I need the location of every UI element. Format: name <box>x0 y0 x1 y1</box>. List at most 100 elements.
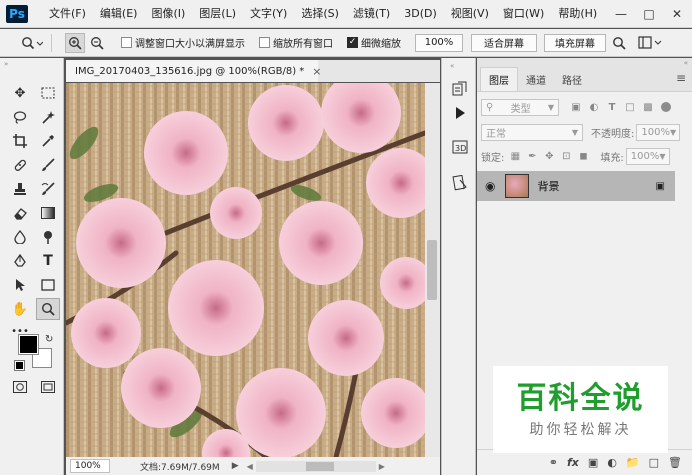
brush-tool[interactable] <box>36 154 60 176</box>
filter-adjustment-icon[interactable]: ◐ <box>587 100 601 114</box>
gradient-tool[interactable] <box>36 202 60 224</box>
menu-image[interactable]: 图像(I) <box>144 0 192 28</box>
lock-pixels-icon[interactable]: ✒ <box>525 149 539 163</box>
menu-window[interactable]: 窗口(W) <box>496 0 551 28</box>
marquee-tool[interactable] <box>36 82 60 104</box>
stamp-tool[interactable] <box>8 178 32 200</box>
history-panel-icon[interactable] <box>451 80 469 98</box>
pen-tool[interactable] <box>8 250 32 272</box>
menu-edit[interactable]: 编辑(E) <box>93 0 145 28</box>
actions-panel-icon[interactable] <box>451 104 469 122</box>
eyedropper-tool[interactable] <box>36 130 60 152</box>
eraser-tool[interactable] <box>8 202 32 224</box>
maximize-icon[interactable]: □ <box>636 0 662 28</box>
menu-help[interactable]: 帮助(H) <box>551 0 604 28</box>
zoom-all-checkbox[interactable] <box>259 37 270 48</box>
hand-tool[interactable]: ✋ <box>8 298 32 320</box>
tool-preset-picker[interactable] <box>18 33 46 53</box>
menu-type[interactable]: 文字(Y) <box>243 0 294 28</box>
path-select-tool[interactable] <box>8 274 32 296</box>
status-menu-arrow-icon[interactable]: ▶ <box>232 461 239 471</box>
menu-filter[interactable]: 滤镜(T) <box>346 0 397 28</box>
lock-all-icon[interactable]: ◼ <box>576 149 590 163</box>
image-canvas[interactable] <box>66 83 425 457</box>
tab-layers[interactable]: 图层 <box>480 67 518 91</box>
foreground-color-swatch[interactable] <box>18 334 39 355</box>
lock-artboard-icon[interactable]: ⊡ <box>559 149 573 163</box>
adjustment-icon[interactable]: ◐ <box>607 456 617 469</box>
search-button[interactable] <box>609 33 629 53</box>
trash-icon[interactable]: 🗑 <box>668 456 682 469</box>
close-icon[interactable]: ✕ <box>664 0 690 28</box>
document-tab[interactable]: IMG_20170403_135616.jpg @ 100%(RGB/8) * … <box>66 60 322 82</box>
filter-shape-icon[interactable]: □ <box>623 100 637 114</box>
panel-collapse-icon[interactable]: « <box>684 59 688 67</box>
filter-smart-object-icon[interactable]: ▩ <box>641 100 655 114</box>
zoom-level-field[interactable]: 100% <box>70 459 110 473</box>
move-tool[interactable]: ✥ <box>8 82 32 104</box>
layer-filter-kind-select[interactable]: ⚲ 类型 ▼ <box>481 98 559 116</box>
default-colors-icon[interactable] <box>14 360 25 371</box>
layer-name[interactable]: 背景 <box>537 178 559 194</box>
zoom-tool[interactable] <box>36 298 60 320</box>
menu-layer[interactable]: 图层(L) <box>192 0 243 28</box>
swap-colors-icon[interactable]: ↻ <box>45 334 53 345</box>
group-icon[interactable]: 📁 <box>626 456 640 469</box>
scrubby-zoom-checkbox[interactable]: ✓ <box>347 37 358 48</box>
fill-screen-button[interactable]: 填充屏幕 <box>544 33 606 52</box>
dodge-tool[interactable] <box>36 226 60 248</box>
panel-menu-icon[interactable]: ≡ <box>676 71 686 85</box>
history-brush-tool[interactable] <box>36 178 60 200</box>
dock-collapse-icon[interactable]: « <box>450 62 454 70</box>
workspace-switcher[interactable] <box>637 33 663 53</box>
tab-channels[interactable]: 通道 <box>518 67 554 91</box>
menu-file[interactable]: 文件(F) <box>42 0 93 28</box>
fill-field[interactable]: 100% ▼ <box>625 147 670 165</box>
quick-mask-button[interactable] <box>8 376 32 398</box>
scroll-right-icon[interactable]: ▶ <box>379 462 385 471</box>
visibility-eye-icon[interactable]: ◉ <box>485 179 495 193</box>
link-icon[interactable]: ⚭ <box>549 456 558 469</box>
resize-windows-checkbox[interactable] <box>121 37 132 48</box>
rectangle-tool[interactable] <box>36 274 60 296</box>
tab-paths[interactable]: 路径 <box>554 67 590 91</box>
healing-brush-tool[interactable] <box>8 154 32 176</box>
scroll-left-icon[interactable]: ◀ <box>247 462 253 471</box>
3d-panel-icon[interactable]: 3D <box>451 138 469 156</box>
mask-icon[interactable]: ▣ <box>588 456 598 469</box>
quick-select-tool[interactable] <box>36 106 60 128</box>
horizontal-scroll-thumb[interactable] <box>305 461 334 471</box>
crop-tool[interactable] <box>8 130 32 152</box>
opacity-field[interactable]: 100% ▼ <box>636 123 681 141</box>
menu-3d[interactable]: 3D(D) <box>397 0 444 28</box>
zoom-out-button[interactable] <box>87 33 107 53</box>
vertical-scroll-thumb[interactable] <box>427 240 437 300</box>
blend-mode-select[interactable]: 正常 ▼ <box>481 123 583 141</box>
fx-icon[interactable]: fx <box>567 456 579 469</box>
zoom-100-button[interactable]: 100% <box>415 33 463 52</box>
toolbar-grip[interactable]: » <box>4 60 60 68</box>
filter-toggle-icon[interactable] <box>661 102 671 112</box>
filter-pixel-icon[interactable]: ▣ <box>569 100 583 114</box>
filter-type-icon[interactable]: T <box>605 100 619 114</box>
new-layer-icon[interactable]: □ <box>649 456 659 469</box>
horizontal-scrollbar[interactable] <box>255 460 376 472</box>
menu-select[interactable]: 选择(S) <box>294 0 346 28</box>
minimize-icon[interactable]: — <box>608 0 634 28</box>
document-size-info[interactable]: 文档:7.69M/7.69M <box>140 460 220 473</box>
close-icon[interactable]: × <box>312 65 321 78</box>
zoom-in-button[interactable] <box>65 32 85 53</box>
lock-transparent-icon[interactable]: ▦ <box>508 149 522 163</box>
fit-screen-button[interactable]: 适合屏幕 <box>471 33 537 52</box>
blur-tool[interactable] <box>8 226 32 248</box>
screen-mode-button[interactable] <box>36 376 60 398</box>
type-tool[interactable]: T <box>36 250 60 272</box>
layer-row-background[interactable]: ◉ 背景 ▣ <box>477 171 675 201</box>
properties-panel-icon[interactable] <box>451 174 469 192</box>
scrubby-zoom-option[interactable]: ✓ 细微缩放 <box>347 35 401 50</box>
menu-view[interactable]: 视图(V) <box>444 0 496 28</box>
zoom-all-option[interactable]: 缩放所有窗口 <box>259 35 333 50</box>
lasso-tool[interactable] <box>8 106 32 128</box>
resize-windows-option[interactable]: 调整窗口大小以满屏显示 <box>121 35 245 50</box>
lock-position-icon[interactable]: ✥ <box>542 149 556 163</box>
